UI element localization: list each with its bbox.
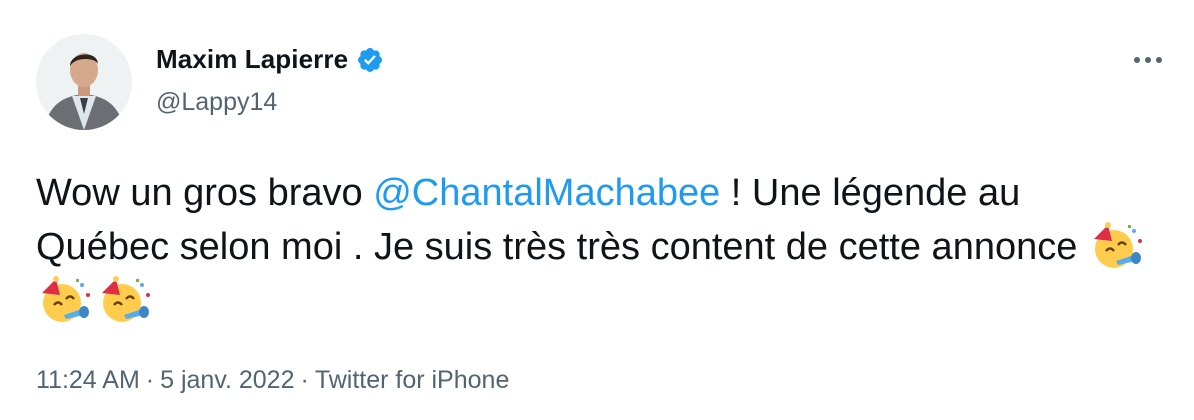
- tweet-meta: 11:24 AM · 5 janv. 2022 · Twitter for iPhone: [36, 366, 509, 395]
- author-handle[interactable]: @Lappy14: [156, 88, 277, 117]
- tweet-date-link[interactable]: 5 janv. 2022: [160, 366, 294, 394]
- tweet-card: Maxim Lapierre @Lappy14 Wow un gros brav…: [0, 0, 1194, 420]
- more-horizontal-icon: [1134, 57, 1162, 63]
- meta-separator: ·: [145, 366, 155, 394]
- tweet-time-link[interactable]: 11:24 AM: [36, 366, 140, 394]
- meta-separator: ·: [300, 366, 309, 394]
- tweet-text: Wow un gros bravo @ChantalMachabee ! Une…: [36, 166, 1156, 328]
- party-face-emoji: [1088, 221, 1144, 271]
- author-name-row: Maxim Lapierre: [156, 44, 384, 75]
- party-face-emoji: [36, 275, 92, 325]
- avatar[interactable]: [36, 34, 132, 130]
- mention-link[interactable]: @ChantalMachabee: [373, 172, 720, 214]
- tweet-text-start: Wow un gros bravo: [36, 172, 374, 214]
- verified-badge-icon: [356, 46, 384, 74]
- avatar-image: [36, 34, 132, 130]
- party-face-emoji: [96, 275, 152, 325]
- more-options-button[interactable]: [1128, 48, 1168, 72]
- author-display-name[interactable]: Maxim Lapierre: [156, 44, 348, 75]
- tweet-source-link[interactable]: Twitter for iPhone: [315, 366, 510, 394]
